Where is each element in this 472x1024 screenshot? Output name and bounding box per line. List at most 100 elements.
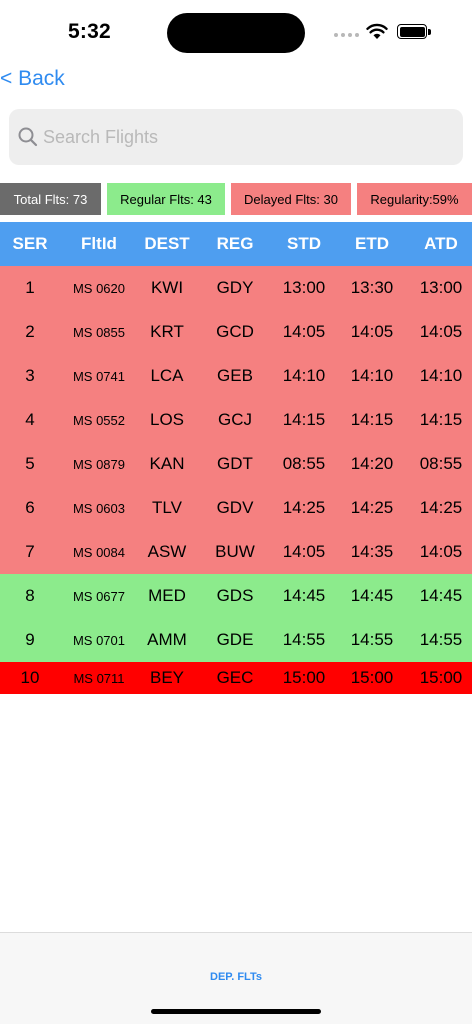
table-row[interactable]: 8 MS 0677 MED GDS 14:45 14:45 14:45 xyxy=(0,574,472,618)
cell-dest: MED xyxy=(148,586,186,605)
cell-atd: 14:05 xyxy=(419,542,463,561)
cell-ser: 8 xyxy=(25,586,35,605)
cell-reg: GDT xyxy=(217,454,253,473)
cell-std: 14:55 xyxy=(282,630,326,649)
cell-etd: 14:45 xyxy=(350,586,394,605)
status-bar: 5:32 xyxy=(0,0,472,60)
signal-icon xyxy=(334,33,359,37)
cell-dest: AMM xyxy=(147,630,187,649)
search-bar[interactable] xyxy=(9,109,463,165)
cell-etd: 13:30 xyxy=(350,278,394,297)
header-reg: REG xyxy=(216,234,254,253)
cell-etd: 15:00 xyxy=(350,668,394,687)
header-dest: DEST xyxy=(144,234,190,253)
cell-ser: 3 xyxy=(25,366,35,385)
cell-std: 08:55 xyxy=(282,454,326,473)
cell-reg: GEB xyxy=(217,366,253,385)
cell-fltid: MS 0879 xyxy=(72,456,126,472)
cell-reg: GEC xyxy=(216,668,254,687)
cell-dest: KWI xyxy=(150,278,184,297)
table-row[interactable]: 1 MS 0620 KWI GDY 13:00 13:30 13:00 xyxy=(0,266,472,310)
cell-fltid: MS 0711 xyxy=(73,670,125,686)
header-std: STD xyxy=(287,234,321,253)
stat-delayed-flights: Delayed Flts: 30 xyxy=(231,183,351,215)
table-row[interactable]: 5 MS 0879 KAN GDT 08:55 14:20 08:55 xyxy=(0,442,472,486)
cell-etd: 14:15 xyxy=(350,410,394,429)
cell-std: 15:00 xyxy=(282,668,326,687)
cell-atd: 14:05 xyxy=(419,322,463,341)
cell-std: 14:45 xyxy=(282,586,326,605)
header-etd: ETD xyxy=(355,234,389,253)
stat-regularity: Regularity:59% xyxy=(357,183,472,215)
cell-atd: 14:10 xyxy=(419,366,463,385)
cell-dest: TLV xyxy=(152,498,182,517)
stat-total-flights: Total Flts: 73 xyxy=(0,183,101,215)
cell-dest: BEY xyxy=(149,668,185,687)
cell-atd: 14:15 xyxy=(419,410,463,429)
cell-ser: 1 xyxy=(25,278,35,297)
cell-ser: 10 xyxy=(20,668,40,687)
wifi-icon xyxy=(366,23,388,39)
cell-ser: 9 xyxy=(25,630,35,649)
cell-fltid: MS 0855 xyxy=(72,324,126,340)
header-fltid: FltId xyxy=(81,234,117,253)
cell-fltid: MS 0552 xyxy=(72,412,126,428)
cell-ser: 6 xyxy=(25,498,35,517)
cell-dest: KAN xyxy=(149,454,185,473)
table-header: SER FltId DEST REG STD ETD ATD xyxy=(0,222,472,266)
cell-fltid: MS 0603 xyxy=(72,500,126,516)
cell-reg: GDS xyxy=(216,586,254,605)
cell-fltid: MS 0084 xyxy=(72,544,126,560)
cell-reg: GDE xyxy=(216,630,254,649)
cell-atd: 08:55 xyxy=(419,454,463,473)
cell-dest: ASW xyxy=(147,542,187,561)
cell-fltid: MS 0620 xyxy=(72,280,126,296)
status-time: 5:32 xyxy=(68,20,111,43)
home-indicator xyxy=(151,1009,321,1014)
cell-std: 14:15 xyxy=(282,410,326,429)
table-row[interactable]: 10 MS 0711 BEY GEC 15:00 15:00 15:00 xyxy=(0,662,472,694)
cell-ser: 7 xyxy=(25,542,35,561)
dynamic-island xyxy=(167,13,305,53)
cell-reg: GCJ xyxy=(218,410,252,429)
cell-dest: LOS xyxy=(149,410,185,429)
cell-atd: 13:00 xyxy=(419,278,463,297)
table-row[interactable]: 9 MS 0701 AMM GDE 14:55 14:55 14:55 xyxy=(0,618,472,662)
cell-std: 14:10 xyxy=(282,366,326,385)
cell-fltid: MS 0677 xyxy=(72,588,126,604)
search-icon xyxy=(17,126,39,148)
table-row[interactable]: 3 MS 0741 LCA GEB 14:10 14:10 14:10 xyxy=(0,354,472,398)
cell-std: 14:25 xyxy=(282,498,326,517)
table-row[interactable]: 4 MS 0552 LOS GCJ 14:15 14:15 14:15 xyxy=(0,398,472,442)
table-row[interactable]: 2 MS 0855 KRT GCD 14:05 14:05 14:05 xyxy=(0,310,472,354)
cell-reg: GDY xyxy=(216,278,254,297)
cell-ser: 2 xyxy=(25,322,35,341)
back-button[interactable]: < Back xyxy=(0,64,65,94)
cell-ser: 5 xyxy=(25,454,35,473)
search-input[interactable] xyxy=(43,119,443,155)
cell-etd: 14:55 xyxy=(350,630,394,649)
flights-table: SER FltId DEST REG STD ETD ATD 1 MS 0620… xyxy=(0,222,472,694)
table-row[interactable]: 6 MS 0603 TLV GDV 14:25 14:25 14:25 xyxy=(0,486,472,530)
cell-std: 14:05 xyxy=(282,542,326,561)
cell-dest: KRT xyxy=(150,322,184,341)
header-atd: ATD xyxy=(424,234,458,253)
cell-atd: 14:45 xyxy=(419,586,463,605)
cell-atd: 14:25 xyxy=(419,498,463,517)
table-row[interactable]: 7 MS 0084 ASW BUW 14:05 14:35 14:05 xyxy=(0,530,472,574)
cell-etd: 14:35 xyxy=(350,542,394,561)
cell-reg: GCD xyxy=(216,322,254,341)
cell-fltid: MS 0701 xyxy=(72,632,126,648)
cell-atd: 14:55 xyxy=(419,630,463,649)
cell-dest: LCA xyxy=(150,366,184,385)
cell-std: 14:05 xyxy=(282,322,326,341)
back-label: < Back xyxy=(0,67,65,90)
header-ser: SER xyxy=(12,234,48,253)
cell-fltid: MS 0741 xyxy=(72,368,126,384)
tab-dep-flts[interactable]: DEP. FLTs xyxy=(0,971,472,983)
cell-etd: 14:20 xyxy=(350,454,394,473)
flight-stats: Total Flts: 73 Regular Flts: 43 Delayed … xyxy=(0,183,472,215)
cell-etd: 14:10 xyxy=(350,366,394,385)
stat-regular-flights: Regular Flts: 43 xyxy=(107,183,225,215)
cell-atd: 15:00 xyxy=(419,668,463,687)
